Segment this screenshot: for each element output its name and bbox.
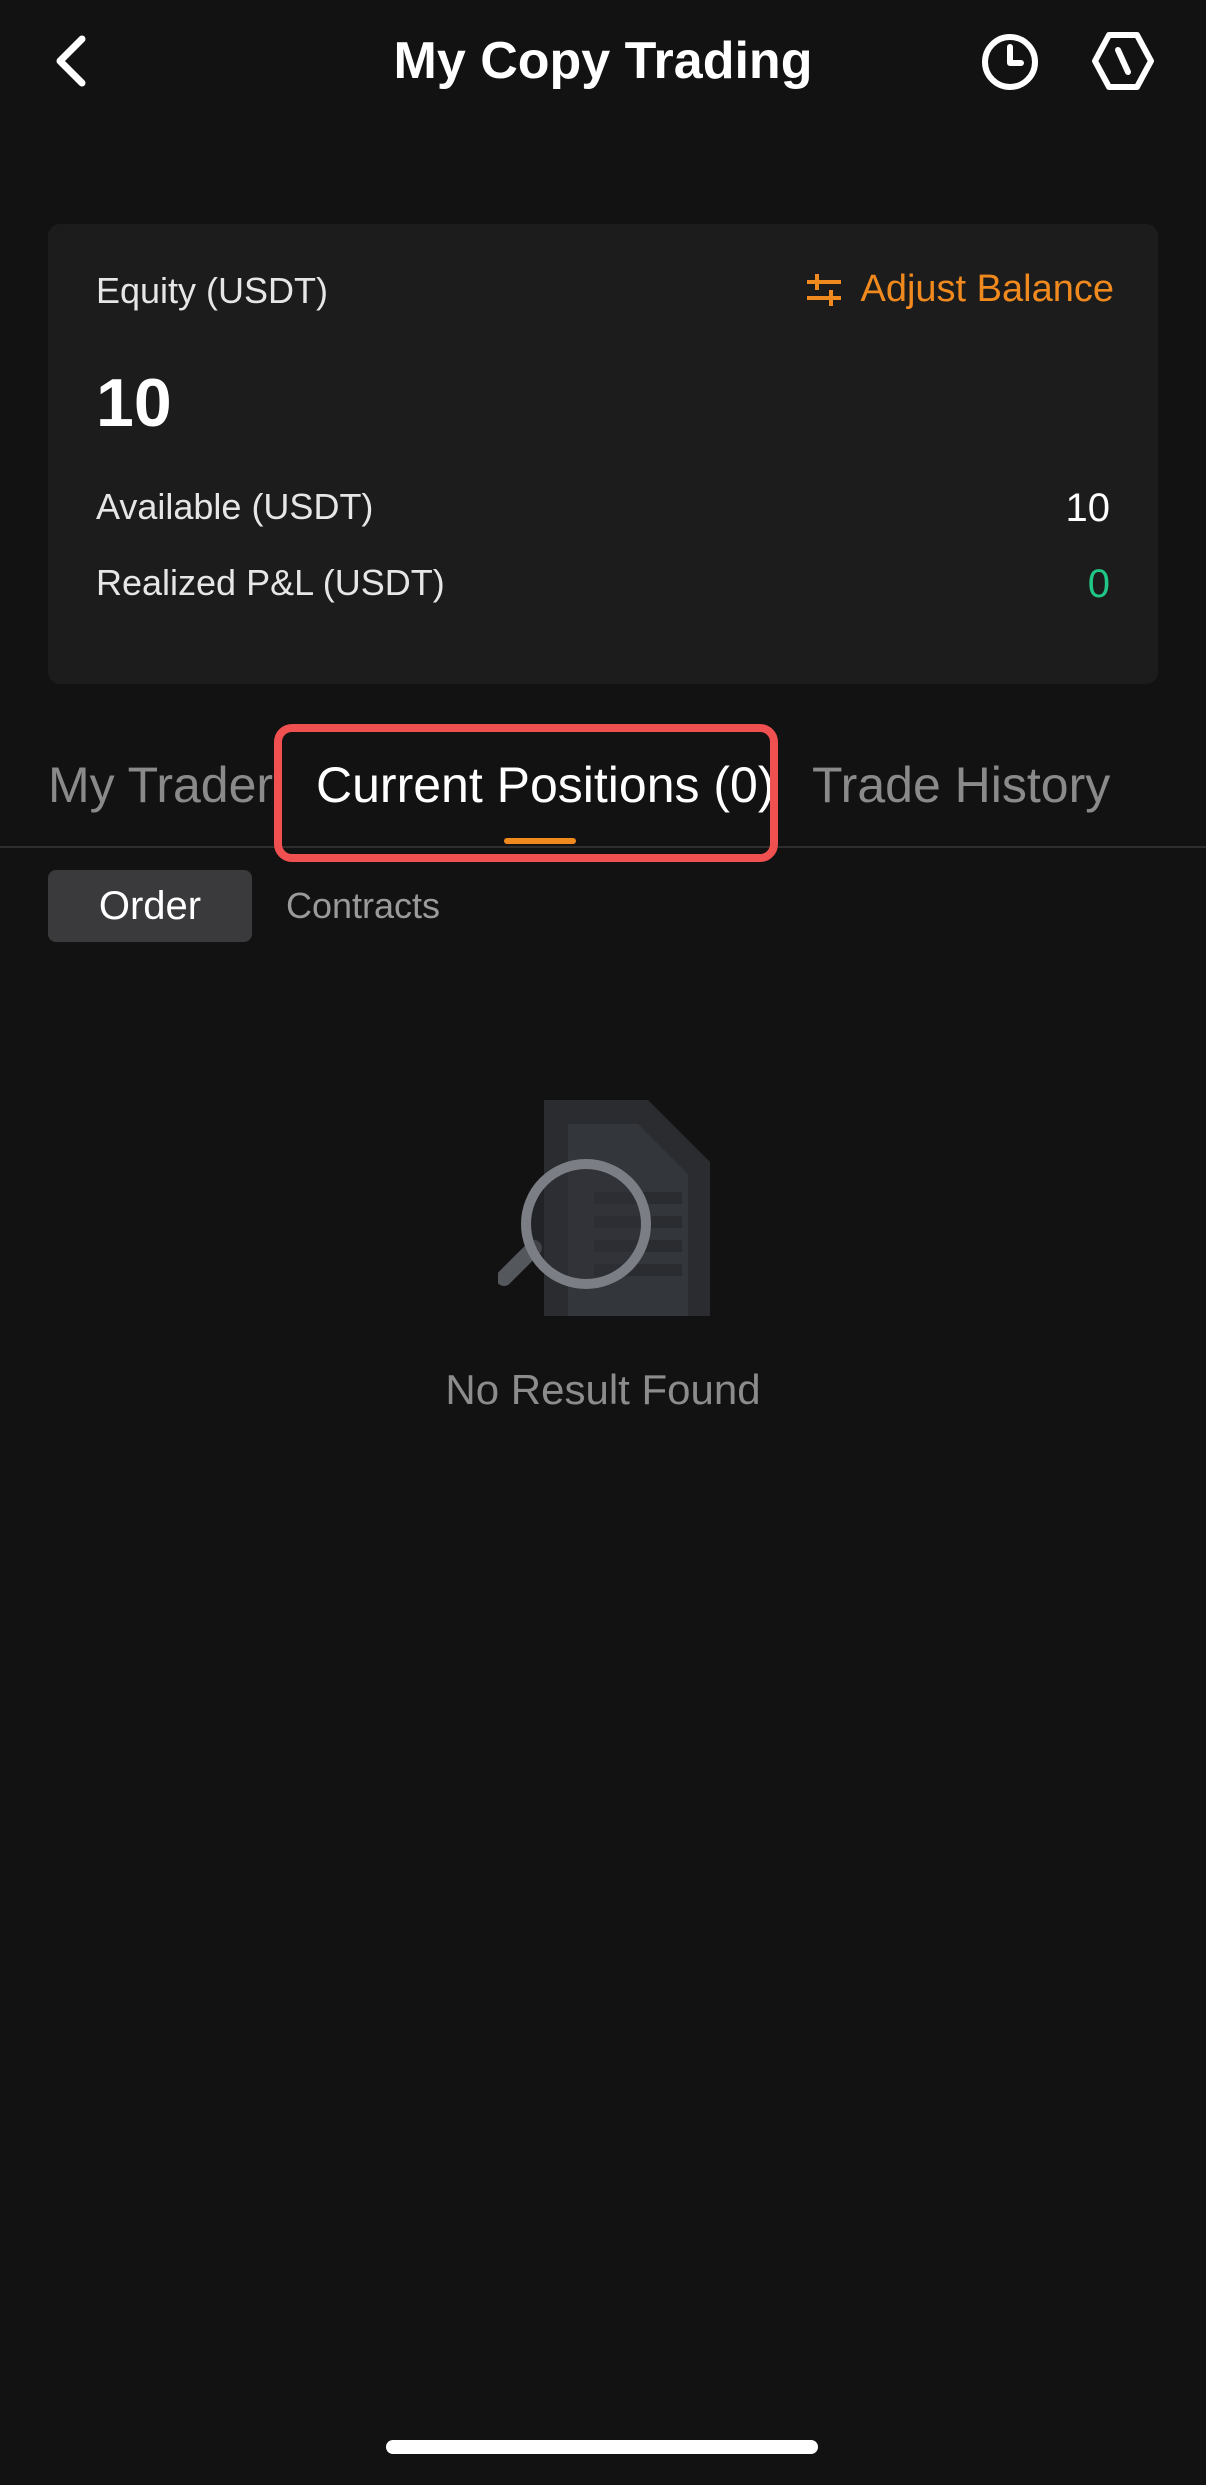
equity-label: Equity (USDT): [96, 270, 329, 311]
tab-my-trader[interactable]: My Trader: [48, 752, 273, 818]
adjust-balance-label: Adjust Balance: [860, 268, 1115, 310]
document-search-icon: [498, 1100, 710, 1316]
realized-pnl-label: Realized P&L (USDT): [96, 562, 445, 603]
adjust-balance-button[interactable]: Adjust Balance: [805, 268, 1115, 311]
tab-current-positions[interactable]: Current Positions (0): [316, 752, 775, 818]
top-bar: My Copy Trading: [0, 0, 1206, 124]
history-button[interactable]: [978, 30, 1042, 94]
available-label: Available (USDT): [96, 486, 374, 527]
position-tabs: My Trader Current Positions (0) Trade Hi…: [0, 720, 1206, 848]
hexagon-settings-icon: [1092, 32, 1154, 90]
tab-trade-history[interactable]: Trade History: [812, 752, 1110, 818]
subtab-order[interactable]: Order: [48, 870, 252, 942]
sliders-icon: [806, 273, 841, 306]
available-value: 10: [1065, 486, 1111, 530]
realized-pnl-value: 0: [1087, 562, 1110, 606]
home-indicator[interactable]: [386, 2440, 818, 2454]
equity-value: 10: [96, 365, 172, 441]
empty-state-message: No Result Found: [445, 1366, 761, 1413]
settings-button[interactable]: [1090, 28, 1156, 94]
active-tab-indicator: [504, 838, 576, 844]
account-summary-card: Equity (USDT) Adjust Balance 10 Availabl…: [48, 224, 1158, 684]
subtab-contracts[interactable]: Contracts: [286, 870, 440, 942]
clock-icon: [982, 34, 1038, 90]
